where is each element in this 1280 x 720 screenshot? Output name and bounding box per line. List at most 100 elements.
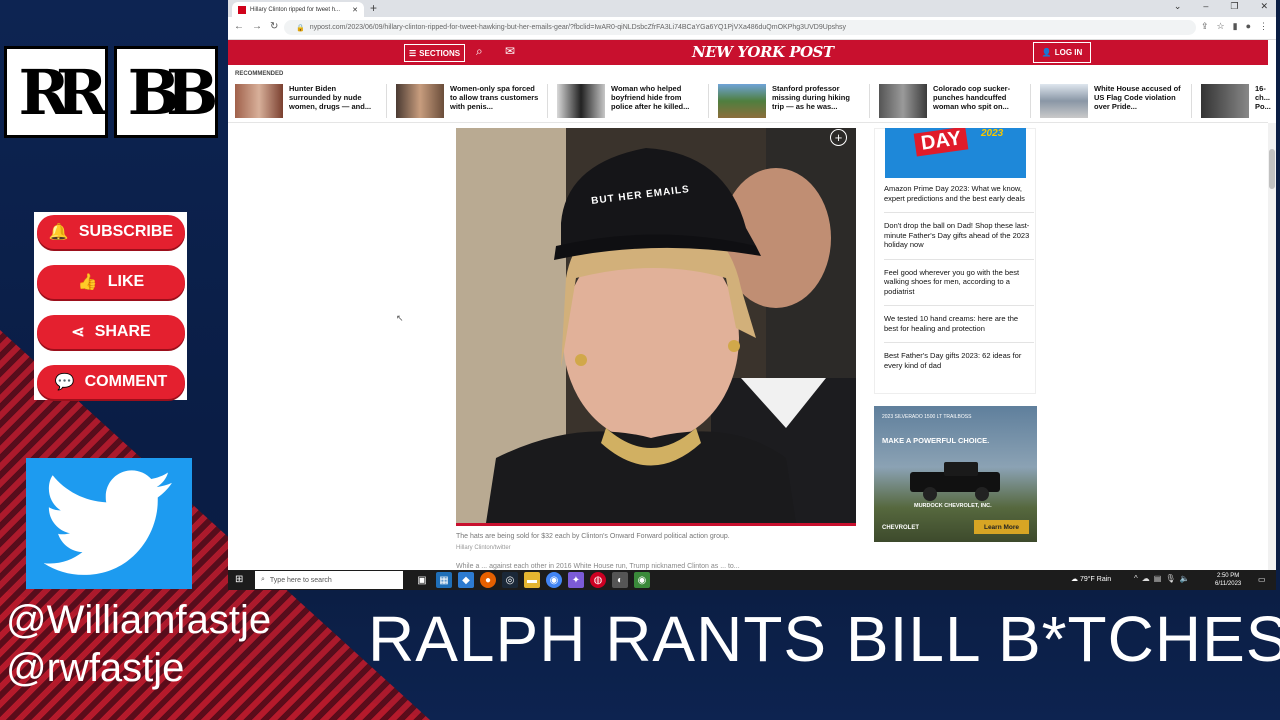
sections-button[interactable]: ☰ SECTIONS [404,44,466,62]
taskbar-apps: ▣ ▦ ◆ ● ◎ ▬ ◉ ✦ ◍ ◐ ◉ [414,572,650,588]
search-icon: ⌕ [261,576,265,583]
profile-avatar-icon[interactable]: ● [1246,21,1251,32]
login-label: LOG IN [1054,48,1083,57]
logo-left-letters: RR [4,46,108,138]
clock-time: 2:50 PM [1216,573,1240,579]
steam-icon[interactable]: ◎ [502,572,518,588]
obs-icon[interactable]: ◍ [590,572,606,588]
recommended-item[interactable]: Woman who helped boyfriend hide from pol… [557,84,701,118]
cloud-icon[interactable]: ☁ [1142,574,1150,583]
recommended-item[interactable]: Hunter Biden surrounded by nude women, d… [235,84,379,118]
toolbar-icons: ⇪ ☆ ▮ ● ⋮ [1201,21,1268,32]
browser-tab-active[interactable]: Hillary Clinton ripped for tweet h... ✕ [232,2,364,17]
notifications-icon[interactable]: ▭ [1258,575,1266,584]
weather-widget[interactable]: ☁ 79°F Rain [1071,575,1111,583]
app-icon[interactable]: ◆ [458,572,474,588]
sidebar-link[interactable]: We tested 10 hand creams: here are the b… [884,314,1034,343]
window-controls: ⌄ – ❐ ✕ [1174,1,1268,12]
recommended-item[interactable]: White House accused of US Flag Code viol… [1040,84,1184,118]
sidebar-link[interactable]: Amazon Prime Day 2023: What we know, exp… [884,184,1034,213]
like-button[interactable]: 👍 LIKE [37,265,185,299]
recommended-thumbnail [1040,84,1088,118]
chrome-icon[interactable]: ◉ [546,572,562,588]
close-window-icon[interactable]: ✕ [1260,1,1268,12]
social-buttons-panel: 🔔 SUBSCRIBE 👍 LIKE ⋖ SHARE 💬 COMMENT [34,212,187,400]
tab-close-icon[interactable]: ✕ [352,6,358,14]
sidebar-links: Amazon Prime Day 2023: What we know, exp… [884,184,1034,387]
comment-button[interactable]: 💬 COMMENT [37,365,185,399]
browser-window: Hillary Clinton ripped for tweet h... ✕ … [228,0,1276,590]
taskbar-search-placeholder: Type here to search [269,576,332,584]
recommended-headline: White House accused of US Flag Code viol… [1094,84,1181,111]
app-icon[interactable]: ✦ [568,572,584,588]
article-photo[interactable]: BUT HER EMAILS [456,128,856,523]
volume-icon[interactable]: 🔈 [1179,574,1189,583]
recommended-item[interactable]: Stanford professor missing during hiking… [718,84,862,118]
mouse-cursor-icon: ↖ [396,313,404,323]
nypost-logo[interactable]: NEW YORK POST [692,43,834,61]
subscribe-button[interactable]: 🔔 SUBSCRIBE [37,215,185,249]
sidebar-icon[interactable]: ▮ [1233,21,1238,32]
page-scrollbar[interactable] [1268,123,1276,570]
divider [1030,84,1031,118]
twitter-bird-icon [44,469,172,575]
expand-photo-icon[interactable]: + [830,129,847,146]
search-icon[interactable]: ⌕ [476,44,483,59]
share-page-icon[interactable]: ⇪ [1201,21,1209,32]
photo-credit: Hillary Clinton/twitter [456,545,511,551]
chevron-up-icon[interactable]: ^ [1134,574,1138,583]
kebab-menu-icon[interactable]: ⋮ [1259,21,1268,32]
clock-date: 6/11/2023 [1215,581,1242,587]
reload-icon[interactable]: ↻ [270,21,278,32]
share-button[interactable]: ⋖ SHARE [37,315,185,349]
recommended-item[interactable]: Women-only spa forced to allow trans cus… [396,84,540,118]
share-icon: ⋖ [71,324,85,341]
chevron-down-icon[interactable]: ⌄ [1174,1,1182,12]
url-input[interactable]: 🔒 nypost.com/2023/06/09/hillary-clinton-… [284,20,1196,35]
divider [1191,84,1192,118]
chrome-icon[interactable]: ◉ [634,572,650,588]
learn-more-button[interactable]: Learn More [974,520,1029,534]
recommended-item[interactable]: 16-ch... Po... [1201,84,1275,118]
recommended-headline: 16-ch... Po... [1255,84,1271,111]
scrollbar-thumb[interactable] [1269,149,1275,189]
photo-underline [456,523,856,526]
mail-icon[interactable]: ✉ [505,44,515,58]
chevrolet-ad[interactable]: 2023 SILVERADO 1500 LT TRAILBOSS MAKE A … [874,406,1037,542]
firefox-icon[interactable]: ● [480,572,496,588]
windows-start-icon[interactable]: ⊞ [235,574,243,585]
bell-icon: 🔔 [48,224,69,241]
back-arrow-icon[interactable]: ← [234,21,244,32]
sidebar-link[interactable]: Feel good wherever you go with the best … [884,268,1034,306]
new-tab-icon[interactable]: + [370,1,377,15]
taskbar-clock[interactable]: 2:50 PM 6/11/2023 [1215,572,1241,588]
network-icon[interactable]: ▤ [1154,574,1162,583]
nypost-favicon-icon [238,5,246,14]
file-explorer-icon[interactable]: ▬ [524,572,540,588]
minimize-icon[interactable]: – [1203,1,1208,12]
task-view-icon[interactable]: ▣ [414,572,430,588]
divider [869,84,870,118]
maximize-icon[interactable]: ❐ [1230,1,1238,12]
app-icon[interactable]: ▦ [436,572,452,588]
microphone-icon[interactable]: 🎙 [1165,574,1175,583]
divider [547,84,548,118]
address-bar-row: ← → ↻ 🔒 nypost.com/2023/06/09/hillary-cl… [228,17,1276,40]
app-icon[interactable]: ◐ [612,572,628,588]
article-body-text: While a ... against each other in 2016 W… [456,563,740,570]
nypost-header: ☰ SECTIONS ⌕ ✉ NEW YORK POST 👤 LOG IN [228,40,1268,65]
bookmark-star-icon[interactable]: ☆ [1217,21,1225,32]
recommended-thumbnail [879,84,927,118]
divider [228,122,1268,123]
user-icon: 👤 [1041,48,1052,57]
forward-arrow-icon[interactable]: → [252,21,262,32]
show-title-banner: RALPH RANTS BILL B*TCHES [368,603,1280,675]
login-button[interactable]: 👤 LOG IN [1033,42,1091,63]
sidebar-link[interactable]: Don't drop the ball on Dad! Shop these l… [884,221,1034,260]
prime-day-promo-image[interactable]: DAY 2023 [885,128,1026,178]
sidebar-link[interactable]: Best Father's Day gifts 2023: 62 ideas f… [884,351,1034,379]
hamburger-icon: ☰ [409,48,417,58]
taskbar-search-input[interactable]: ⌕ Type here to search [255,571,403,589]
recommended-item[interactable]: Colorado cop sucker-punches handcuffed w… [879,84,1023,118]
comment-icon: 💬 [54,374,75,391]
